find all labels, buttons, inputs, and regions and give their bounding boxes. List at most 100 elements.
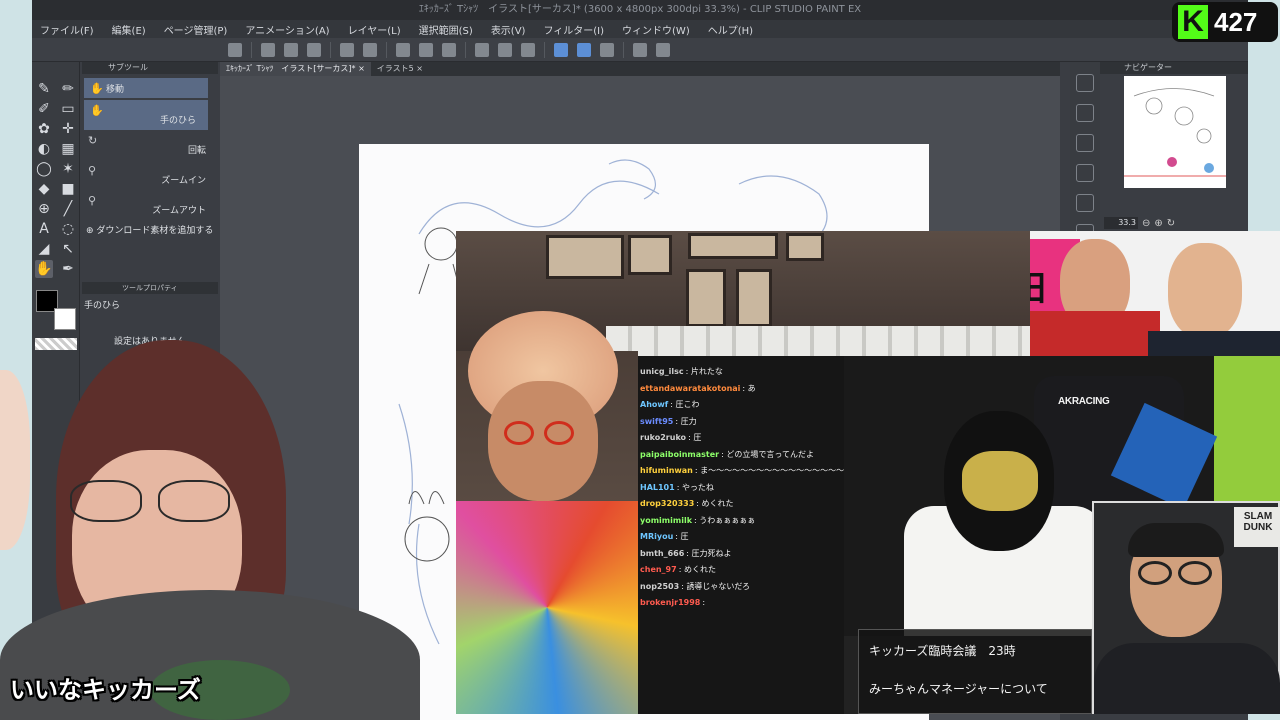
chat-username[interactable]: ruko2ruko bbox=[640, 433, 686, 442]
chat-username[interactable]: swift95 bbox=[640, 417, 673, 426]
brush-icon[interactable]: ✐ bbox=[35, 100, 53, 118]
menu-page[interactable]: ページ管理(P) bbox=[164, 22, 228, 37]
menu-view[interactable]: 表示(V) bbox=[491, 22, 526, 37]
rotate-icon[interactable]: ↻ bbox=[1167, 218, 1175, 229]
chat-username[interactable]: HAL101 bbox=[640, 483, 675, 492]
guest-face bbox=[488, 381, 598, 501]
green-wall bbox=[1214, 356, 1280, 506]
glasses-icon bbox=[1178, 561, 1212, 585]
material-icon[interactable] bbox=[1076, 134, 1094, 152]
menu-file[interactable]: ファイル(F) bbox=[40, 22, 94, 37]
close-icon[interactable]: × bbox=[358, 64, 365, 73]
transform-icon[interactable] bbox=[442, 42, 456, 57]
eraser-icon[interactable]: ▭ bbox=[59, 100, 77, 118]
menu-selection[interactable]: 選択範囲(S) bbox=[419, 22, 473, 37]
zoom-out-icon[interactable]: ⊖ bbox=[1142, 218, 1150, 229]
menu-layer[interactable]: レイヤー(L) bbox=[348, 22, 401, 37]
doc-tab-current[interactable]: ｴｷｯｶｰｽﾞ Tｼｬﾂ イラスト[サーカス]* × bbox=[220, 62, 371, 76]
subtool-zoom-out[interactable]: ⚲ ズームアウト bbox=[82, 190, 218, 220]
stabilizer-icon[interactable] bbox=[554, 42, 568, 57]
zoom-in-icon[interactable]: ⊕ bbox=[1154, 218, 1162, 229]
add-material-button[interactable]: ⊕ ダウンロード素材を追加する bbox=[82, 220, 218, 242]
close-icon[interactable]: × bbox=[416, 64, 423, 73]
decoration-icon[interactable]: ✿ bbox=[35, 120, 53, 138]
ruler-icon[interactable]: ◢ bbox=[35, 240, 53, 258]
navigator-thumbnail[interactable] bbox=[1124, 76, 1226, 188]
balloon-icon[interactable]: ◌ bbox=[59, 220, 77, 238]
chat-username[interactable]: MRiyou bbox=[640, 532, 673, 541]
chat-username[interactable]: chen_97 bbox=[640, 565, 677, 574]
chat-list: unicg_ilsc: 片れたな ettandawaratakotonai: あ A… bbox=[640, 364, 844, 612]
viewer-count: 427 bbox=[1214, 6, 1258, 37]
snap-icon[interactable] bbox=[475, 42, 489, 57]
fill-tool-icon[interactable]: ◆ bbox=[35, 180, 53, 198]
subtool-rotate[interactable]: ↻ 回転 bbox=[82, 130, 218, 160]
chat-username[interactable]: bmth_666 bbox=[640, 549, 684, 558]
menu-filter[interactable]: フィルター(I) bbox=[543, 22, 604, 37]
chat-username[interactable]: paipaiboinmaster bbox=[640, 450, 719, 459]
menu-help[interactable]: ヘルプ(H) bbox=[708, 22, 753, 37]
gradient-icon[interactable]: ■ bbox=[59, 180, 77, 198]
layer-icon[interactable] bbox=[1076, 74, 1094, 92]
doc-tab-other[interactable]: イラスト5 × bbox=[371, 62, 429, 76]
snap-ruler-icon[interactable] bbox=[521, 42, 535, 57]
chat-username[interactable]: unicg_ilsc bbox=[640, 367, 684, 376]
chat-message: MRiyou: 圧 bbox=[640, 532, 689, 541]
hand-icon[interactable]: ✋ bbox=[35, 260, 53, 278]
search-icon[interactable] bbox=[1076, 104, 1094, 122]
fill-icon[interactable] bbox=[419, 42, 433, 57]
settings-icon[interactable] bbox=[633, 42, 647, 57]
undo-icon[interactable] bbox=[340, 42, 354, 57]
open-folder-icon[interactable] bbox=[284, 42, 298, 57]
text-icon[interactable]: A bbox=[35, 220, 53, 238]
pencil-icon[interactable]: ✏ bbox=[59, 80, 77, 98]
stabilizer-2-icon[interactable] bbox=[577, 42, 591, 57]
pen-pressure-icon[interactable] bbox=[600, 42, 614, 57]
subtool-label: 移動 bbox=[106, 85, 125, 95]
navigator-tab[interactable]: ナビゲーター bbox=[1100, 62, 1248, 74]
chat-username[interactable]: drop320333 bbox=[640, 499, 694, 508]
sub-color-swatch[interactable] bbox=[54, 308, 76, 330]
lasso-icon[interactable]: ◯ bbox=[35, 160, 53, 178]
glasses-icon bbox=[504, 421, 534, 445]
tool-property-tab[interactable]: ツールプロパティ bbox=[82, 282, 218, 294]
chat-username[interactable]: brokenjr1998 bbox=[640, 598, 700, 607]
eyedropper-icon[interactable]: ⊕ bbox=[35, 200, 53, 218]
frame-icon[interactable]: ▦ bbox=[59, 140, 77, 158]
object-icon[interactable]: ↖ bbox=[59, 240, 77, 258]
zoom-value[interactable]: 33.3 bbox=[1104, 217, 1138, 229]
chat-username[interactable]: hifuminwan bbox=[640, 466, 693, 475]
history-icon[interactable] bbox=[1076, 164, 1094, 182]
blend-icon[interactable]: ◐ bbox=[35, 140, 53, 158]
menu-window[interactable]: ウィンドウ(W) bbox=[622, 22, 690, 37]
chat-text: 圧力死ねよ bbox=[691, 548, 732, 558]
notice-box: キッカーズ臨時会議 23時 みーちゃんマネージャーについて bbox=[858, 629, 1092, 714]
move-layer-icon[interactable]: ✛ bbox=[59, 120, 77, 138]
redo-icon[interactable] bbox=[363, 42, 377, 57]
line-icon[interactable]: ╱ bbox=[59, 200, 77, 218]
subtool-hand[interactable]: ✋ 手のひら bbox=[84, 100, 208, 130]
help-icon[interactable] bbox=[656, 42, 670, 57]
color-pick-icon[interactable]: ✒ bbox=[59, 260, 77, 278]
app-icon[interactable] bbox=[228, 42, 242, 57]
snap-grid-icon[interactable] bbox=[498, 42, 512, 57]
pen-icon[interactable]: ✎ bbox=[35, 80, 53, 98]
chat-overlay: unicg_ilsc: 片れたな ettandawaratakotonai: あ A… bbox=[638, 356, 844, 714]
chat-message: drop320333: めくれた bbox=[640, 499, 734, 508]
menu-animation[interactable]: アニメーション(A) bbox=[245, 22, 329, 37]
loading-icon[interactable] bbox=[396, 42, 410, 57]
chat-username[interactable]: Ahowf bbox=[640, 400, 668, 409]
subtool-zoom-in[interactable]: ⚲ ズームイン bbox=[82, 160, 218, 190]
subtool-tab[interactable]: サブツール bbox=[82, 62, 218, 74]
auto-action-icon[interactable] bbox=[1076, 194, 1094, 212]
save-icon[interactable] bbox=[307, 42, 321, 57]
chat-username[interactable]: yomimimilk bbox=[640, 516, 692, 525]
chat-text: ま〜〜〜〜〜〜〜〜〜〜〜〜〜〜〜〜〜〜〜〜〜〜〜〜〜〜〜〜〜〜〜〜〜〜〜〜〜〜〜… bbox=[700, 466, 844, 475]
doc-tab-label: ｴｷｯｶｰｽﾞ Tｼｬﾂ イラスト[サーカス]* bbox=[226, 64, 356, 73]
auto-select-icon[interactable]: ✶ bbox=[59, 160, 77, 178]
subtool-move[interactable]: ✋ 移動 bbox=[84, 78, 208, 98]
menu-edit[interactable]: 編集(E) bbox=[112, 22, 146, 37]
chat-username[interactable]: nop2503 bbox=[640, 582, 679, 591]
chat-username[interactable]: ettandawaratakotonai bbox=[640, 384, 740, 393]
new-file-icon[interactable] bbox=[261, 42, 275, 57]
